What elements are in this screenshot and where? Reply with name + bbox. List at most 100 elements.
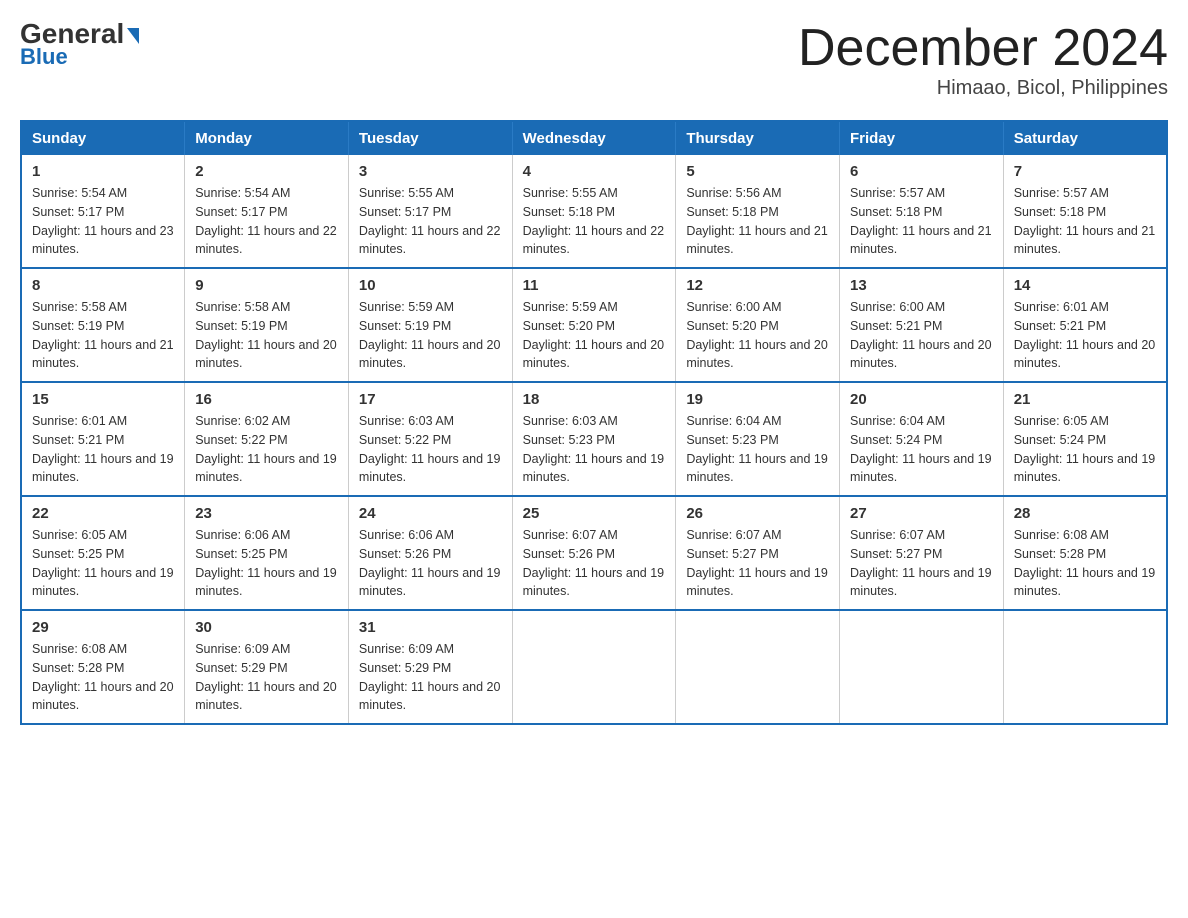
calendar-header-row: SundayMondayTuesdayWednesdayThursdayFrid…	[21, 121, 1167, 155]
calendar-day-cell: 15 Sunrise: 6:01 AMSunset: 5:21 PMDayligh…	[21, 382, 185, 496]
logo: General Blue	[20, 20, 139, 70]
day-info: Sunrise: 5:59 AMSunset: 5:19 PMDaylight:…	[359, 298, 502, 373]
day-number: 6	[850, 163, 993, 180]
day-info: Sunrise: 6:03 AMSunset: 5:23 PMDaylight:…	[523, 412, 666, 487]
calendar-day-cell: 4 Sunrise: 5:55 AMSunset: 5:18 PMDaylight…	[512, 155, 676, 268]
day-info: Sunrise: 6:06 AMSunset: 5:26 PMDaylight:…	[359, 526, 502, 601]
calendar-day-cell: 27 Sunrise: 6:07 AMSunset: 5:27 PMDayligh…	[840, 496, 1004, 610]
day-number: 19	[686, 391, 829, 408]
day-number: 21	[1014, 391, 1156, 408]
calendar-day-header: Tuesday	[348, 121, 512, 155]
day-number: 26	[686, 505, 829, 522]
calendar-week-row: 29 Sunrise: 6:08 AMSunset: 5:28 PMDayligh…	[21, 610, 1167, 724]
day-number: 22	[32, 505, 174, 522]
day-number: 11	[523, 277, 666, 294]
day-number: 18	[523, 391, 666, 408]
day-number: 1	[32, 163, 174, 180]
day-number: 14	[1014, 277, 1156, 294]
day-number: 31	[359, 619, 502, 636]
calendar-day-cell: 13 Sunrise: 6:00 AMSunset: 5:21 PMDayligh…	[840, 268, 1004, 382]
day-number: 4	[523, 163, 666, 180]
day-number: 13	[850, 277, 993, 294]
day-info: Sunrise: 5:58 AMSunset: 5:19 PMDaylight:…	[32, 298, 174, 373]
day-info: Sunrise: 6:01 AMSunset: 5:21 PMDaylight:…	[32, 412, 174, 487]
logo-sub-text: Blue	[20, 44, 68, 70]
calendar-day-cell: 25 Sunrise: 6:07 AMSunset: 5:26 PMDayligh…	[512, 496, 676, 610]
page-header: General Blue December 2024 Himaao, Bicol…	[20, 20, 1168, 100]
calendar-day-cell: 2 Sunrise: 5:54 AMSunset: 5:17 PMDaylight…	[185, 155, 349, 268]
calendar-day-cell: 30Sunrise: 6:09 AMSunset: 5:29 PMDayligh…	[185, 610, 349, 724]
day-info: Sunrise: 6:02 AMSunset: 5:22 PMDaylight:…	[195, 412, 338, 487]
calendar-day-header: Monday	[185, 121, 349, 155]
title-area: December 2024 Himaao, Bicol, Philippines	[798, 20, 1168, 100]
day-number: 20	[850, 391, 993, 408]
calendar-day-cell	[512, 610, 676, 724]
day-info: Sunrise: 6:07 AMSunset: 5:26 PMDaylight:…	[523, 526, 666, 601]
calendar-day-cell: 16Sunrise: 6:02 AMSunset: 5:22 PMDayligh…	[185, 382, 349, 496]
calendar-day-header: Saturday	[1003, 121, 1167, 155]
day-number: 2	[195, 163, 338, 180]
calendar-day-cell: 14 Sunrise: 6:01 AMSunset: 5:21 PMDayligh…	[1003, 268, 1167, 382]
calendar-day-cell: 29 Sunrise: 6:08 AMSunset: 5:28 PMDayligh…	[21, 610, 185, 724]
calendar-day-cell: 11Sunrise: 5:59 AMSunset: 5:20 PMDayligh…	[512, 268, 676, 382]
calendar-day-cell	[840, 610, 1004, 724]
calendar-day-cell: 24 Sunrise: 6:06 AMSunset: 5:26 PMDayligh…	[348, 496, 512, 610]
day-info: Sunrise: 6:01 AMSunset: 5:21 PMDaylight:…	[1014, 298, 1156, 373]
calendar-day-cell: 28 Sunrise: 6:08 AMSunset: 5:28 PMDayligh…	[1003, 496, 1167, 610]
calendar-day-cell: 7 Sunrise: 5:57 AMSunset: 5:18 PMDaylight…	[1003, 155, 1167, 268]
day-number: 10	[359, 277, 502, 294]
calendar-week-row: 15 Sunrise: 6:01 AMSunset: 5:21 PMDayligh…	[21, 382, 1167, 496]
day-info: Sunrise: 6:03 AMSunset: 5:22 PMDaylight:…	[359, 412, 502, 487]
calendar-day-cell: 17 Sunrise: 6:03 AMSunset: 5:22 PMDayligh…	[348, 382, 512, 496]
day-number: 9	[195, 277, 338, 294]
calendar-day-header: Friday	[840, 121, 1004, 155]
day-number: 5	[686, 163, 829, 180]
calendar-week-row: 1 Sunrise: 5:54 AMSunset: 5:17 PMDaylight…	[21, 155, 1167, 268]
day-number: 25	[523, 505, 666, 522]
day-info: Sunrise: 6:00 AMSunset: 5:21 PMDaylight:…	[850, 298, 993, 373]
day-number: 7	[1014, 163, 1156, 180]
day-info: Sunrise: 5:58 AMSunset: 5:19 PMDaylight:…	[195, 298, 338, 373]
calendar-day-header: Thursday	[676, 121, 840, 155]
calendar-day-cell: 3 Sunrise: 5:55 AMSunset: 5:17 PMDaylight…	[348, 155, 512, 268]
location-subtitle: Himaao, Bicol, Philippines	[798, 77, 1168, 100]
calendar-day-cell	[676, 610, 840, 724]
day-info: Sunrise: 6:07 AMSunset: 5:27 PMDaylight:…	[850, 526, 993, 601]
day-number: 28	[1014, 505, 1156, 522]
day-info: Sunrise: 5:57 AMSunset: 5:18 PMDaylight:…	[850, 184, 993, 259]
calendar-day-cell	[1003, 610, 1167, 724]
day-info: Sunrise: 6:08 AMSunset: 5:28 PMDaylight:…	[1014, 526, 1156, 601]
day-number: 8	[32, 277, 174, 294]
day-number: 3	[359, 163, 502, 180]
calendar-day-cell: 8 Sunrise: 5:58 AMSunset: 5:19 PMDaylight…	[21, 268, 185, 382]
calendar-day-cell: 26Sunrise: 6:07 AMSunset: 5:27 PMDayligh…	[676, 496, 840, 610]
day-number: 15	[32, 391, 174, 408]
calendar-day-cell: 6 Sunrise: 5:57 AMSunset: 5:18 PMDaylight…	[840, 155, 1004, 268]
day-number: 27	[850, 505, 993, 522]
calendar-day-cell: 5 Sunrise: 5:56 AMSunset: 5:18 PMDaylight…	[676, 155, 840, 268]
calendar-day-cell: 12Sunrise: 6:00 AMSunset: 5:20 PMDayligh…	[676, 268, 840, 382]
day-info: Sunrise: 6:05 AMSunset: 5:24 PMDaylight:…	[1014, 412, 1156, 487]
day-info: Sunrise: 5:55 AMSunset: 5:18 PMDaylight:…	[523, 184, 666, 259]
day-info: Sunrise: 6:04 AMSunset: 5:23 PMDaylight:…	[686, 412, 829, 487]
calendar-week-row: 22Sunrise: 6:05 AMSunset: 5:25 PMDayligh…	[21, 496, 1167, 610]
day-info: Sunrise: 6:09 AMSunset: 5:29 PMDaylight:…	[359, 640, 502, 715]
calendar-day-header: Sunday	[21, 121, 185, 155]
day-info: Sunrise: 5:56 AMSunset: 5:18 PMDaylight:…	[686, 184, 829, 259]
calendar-day-cell: 18 Sunrise: 6:03 AMSunset: 5:23 PMDayligh…	[512, 382, 676, 496]
day-info: Sunrise: 6:04 AMSunset: 5:24 PMDaylight:…	[850, 412, 993, 487]
month-title: December 2024	[798, 20, 1168, 77]
day-info: Sunrise: 5:54 AMSunset: 5:17 PMDaylight:…	[32, 184, 174, 259]
day-number: 17	[359, 391, 502, 408]
day-number: 24	[359, 505, 502, 522]
calendar-day-cell: 23Sunrise: 6:06 AMSunset: 5:25 PMDayligh…	[185, 496, 349, 610]
day-info: Sunrise: 6:08 AMSunset: 5:28 PMDaylight:…	[32, 640, 174, 715]
day-info: Sunrise: 5:57 AMSunset: 5:18 PMDaylight:…	[1014, 184, 1156, 259]
calendar-day-cell: 20 Sunrise: 6:04 AMSunset: 5:24 PMDayligh…	[840, 382, 1004, 496]
calendar-day-cell: 1 Sunrise: 5:54 AMSunset: 5:17 PMDaylight…	[21, 155, 185, 268]
day-info: Sunrise: 5:55 AMSunset: 5:17 PMDaylight:…	[359, 184, 502, 259]
calendar-day-cell: 10 Sunrise: 5:59 AMSunset: 5:19 PMDayligh…	[348, 268, 512, 382]
calendar-week-row: 8 Sunrise: 5:58 AMSunset: 5:19 PMDaylight…	[21, 268, 1167, 382]
day-info: Sunrise: 5:54 AMSunset: 5:17 PMDaylight:…	[195, 184, 338, 259]
day-number: 29	[32, 619, 174, 636]
